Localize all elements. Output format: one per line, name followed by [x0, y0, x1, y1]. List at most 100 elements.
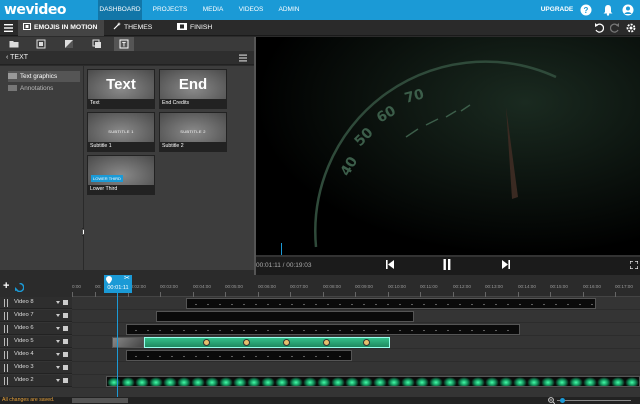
tab-themes[interactable]: THEMES: [110, 20, 168, 36]
track-lane[interactable]: [72, 323, 640, 336]
template-lower-third[interactable]: LOWER THIRD Lower Third: [87, 155, 155, 195]
timeline-ruler[interactable]: 0:00 00: 00:02:00 00:03:00 00:04:00 00:05:00 0…: [72, 275, 640, 297]
redo-icon[interactable]: [610, 23, 620, 33]
scrub-track[interactable]: [256, 255, 640, 257]
drag-handle-icon[interactable]: [4, 338, 8, 346]
track-lane[interactable]: [72, 297, 640, 310]
track-header[interactable]: Video 2: [0, 375, 72, 387]
track-lane[interactable]: [72, 362, 640, 375]
ruler-tick-label: 00:03:00: [160, 284, 178, 289]
track-header[interactable]: Video 3: [0, 362, 72, 374]
folder-text-graphics[interactable]: Text graphics: [8, 71, 80, 82]
tab-finish[interactable]: FINISH: [174, 20, 224, 36]
tile-caption: Lower Third: [88, 185, 154, 194]
undo-icon[interactable]: [594, 23, 604, 33]
template-end-credits[interactable]: End End Credits: [159, 69, 227, 109]
track-toggle[interactable]: [63, 339, 68, 344]
hamburger-menu-icon[interactable]: [4, 24, 13, 32]
track-toggle[interactable]: [63, 378, 68, 383]
pause-icon[interactable]: [443, 259, 451, 270]
timeline-clip[interactable]: [144, 337, 390, 348]
list-view-icon[interactable]: [239, 54, 247, 62]
track-header[interactable]: Video 6: [0, 323, 72, 335]
track-lane[interactable]: [72, 375, 640, 388]
chevron-down-icon[interactable]: [56, 340, 60, 343]
track-lane[interactable]: [72, 310, 640, 323]
chevron-down-icon[interactable]: [56, 301, 60, 304]
timeline-horizontal-scrollbar[interactable]: [72, 398, 128, 403]
track-lane[interactable]: [72, 336, 640, 349]
ruler-tick-label: 00:06:00: [258, 284, 276, 289]
video-preview[interactable]: 40 50 60 70: [256, 37, 640, 255]
track-name: Video 4: [14, 351, 34, 357]
add-track-icon[interactable]: +: [3, 281, 9, 292]
nav-projects[interactable]: PROJECTS: [148, 0, 192, 20]
image-icon[interactable]: [64, 39, 74, 49]
timeline-clip[interactable]: [126, 350, 352, 361]
emoji-thumbnail: [243, 339, 250, 346]
nav-dashboard[interactable]: DASHBOARD: [98, 0, 142, 20]
tab-project-label: EMOJIS IN MOTION: [34, 24, 98, 31]
upgrade-button[interactable]: UPGRADE: [540, 0, 574, 20]
user-avatar-icon[interactable]: [622, 4, 634, 16]
zoom-slider-handle[interactable]: [560, 398, 565, 403]
track-lane[interactable]: [72, 349, 640, 362]
skip-forward-icon[interactable]: [502, 260, 510, 269]
drag-handle-icon[interactable]: [4, 325, 8, 333]
magnet-snap-icon[interactable]: [15, 283, 24, 292]
template-subtitle-1[interactable]: SUBTITLE 1 Subtitle 1: [87, 112, 155, 152]
nav-media[interactable]: MEDIA: [196, 0, 230, 20]
help-icon[interactable]: ?: [580, 4, 592, 16]
emoji-thumbnail: [323, 339, 330, 346]
split-scissors-icon[interactable]: ✂: [124, 275, 130, 283]
drag-handle-icon[interactable]: [4, 364, 8, 372]
track-toggle[interactable]: [63, 352, 68, 357]
tab-project[interactable]: EMOJIS IN MOTION: [18, 20, 104, 36]
timeline-clip[interactable]: [186, 298, 596, 309]
zoom-out-icon[interactable]: [548, 397, 555, 404]
bell-icon[interactable]: [602, 4, 614, 16]
drag-handle-icon[interactable]: [4, 299, 8, 307]
folder-annotations[interactable]: Annotations: [8, 83, 80, 94]
track-header[interactable]: Video 8: [0, 297, 72, 309]
track-header[interactable]: Video 5: [0, 336, 72, 348]
track-header[interactable]: Video 4: [0, 349, 72, 361]
settings-gear-icon[interactable]: [626, 23, 636, 33]
timeline-clip[interactable]: [106, 376, 640, 387]
drag-handle-icon[interactable]: [4, 312, 8, 320]
nav-videos[interactable]: VIDEOS: [234, 0, 268, 20]
track-name: Video 2: [14, 377, 34, 383]
film-strip-icon: [177, 23, 187, 30]
nav-admin[interactable]: ADMIN: [272, 0, 306, 20]
chevron-down-icon[interactable]: [56, 366, 60, 369]
timeline-clip[interactable]: [156, 311, 414, 322]
track-toggle[interactable]: [63, 313, 68, 318]
fullscreen-icon[interactable]: [630, 261, 638, 269]
chevron-down-icon[interactable]: [56, 379, 60, 382]
transitions-icon[interactable]: [92, 39, 102, 49]
chevron-down-icon[interactable]: [56, 314, 60, 317]
editor-toolbar: EMOJIS IN MOTION THEMES FINISH: [0, 20, 640, 36]
template-subtitle-2[interactable]: SUBTITLE 2 Subtitle 2: [159, 112, 227, 152]
template-text[interactable]: Text Text: [87, 69, 155, 109]
chevron-down-icon[interactable]: [56, 327, 60, 330]
text-frame-icon[interactable]: T: [119, 39, 129, 49]
wevideo-logo[interactable]: wevideo: [4, 1, 67, 19]
clips-icon[interactable]: [36, 39, 46, 49]
ruler-tick-label: 00:16:00: [583, 284, 601, 289]
chevron-down-icon[interactable]: [56, 353, 60, 356]
drag-handle-icon[interactable]: [4, 377, 8, 385]
back-to-text-link[interactable]: ‹ TEXT: [6, 54, 28, 61]
emoji-thumbnail: [363, 339, 370, 346]
track-header[interactable]: Video 7: [0, 310, 72, 322]
drag-handle-icon[interactable]: [4, 351, 8, 359]
track-toggle[interactable]: [63, 300, 68, 305]
zoom-slider[interactable]: [557, 400, 631, 401]
timeline-clip[interactable]: [126, 324, 520, 335]
track-toggle[interactable]: [63, 365, 68, 370]
playhead-line[interactable]: [117, 284, 118, 400]
folder-icon[interactable]: [9, 39, 19, 49]
skip-back-icon[interactable]: [386, 260, 394, 269]
track-toggle[interactable]: [63, 326, 68, 331]
playhead-handle[interactable]: ✂ 00:01:11: [104, 275, 132, 293]
